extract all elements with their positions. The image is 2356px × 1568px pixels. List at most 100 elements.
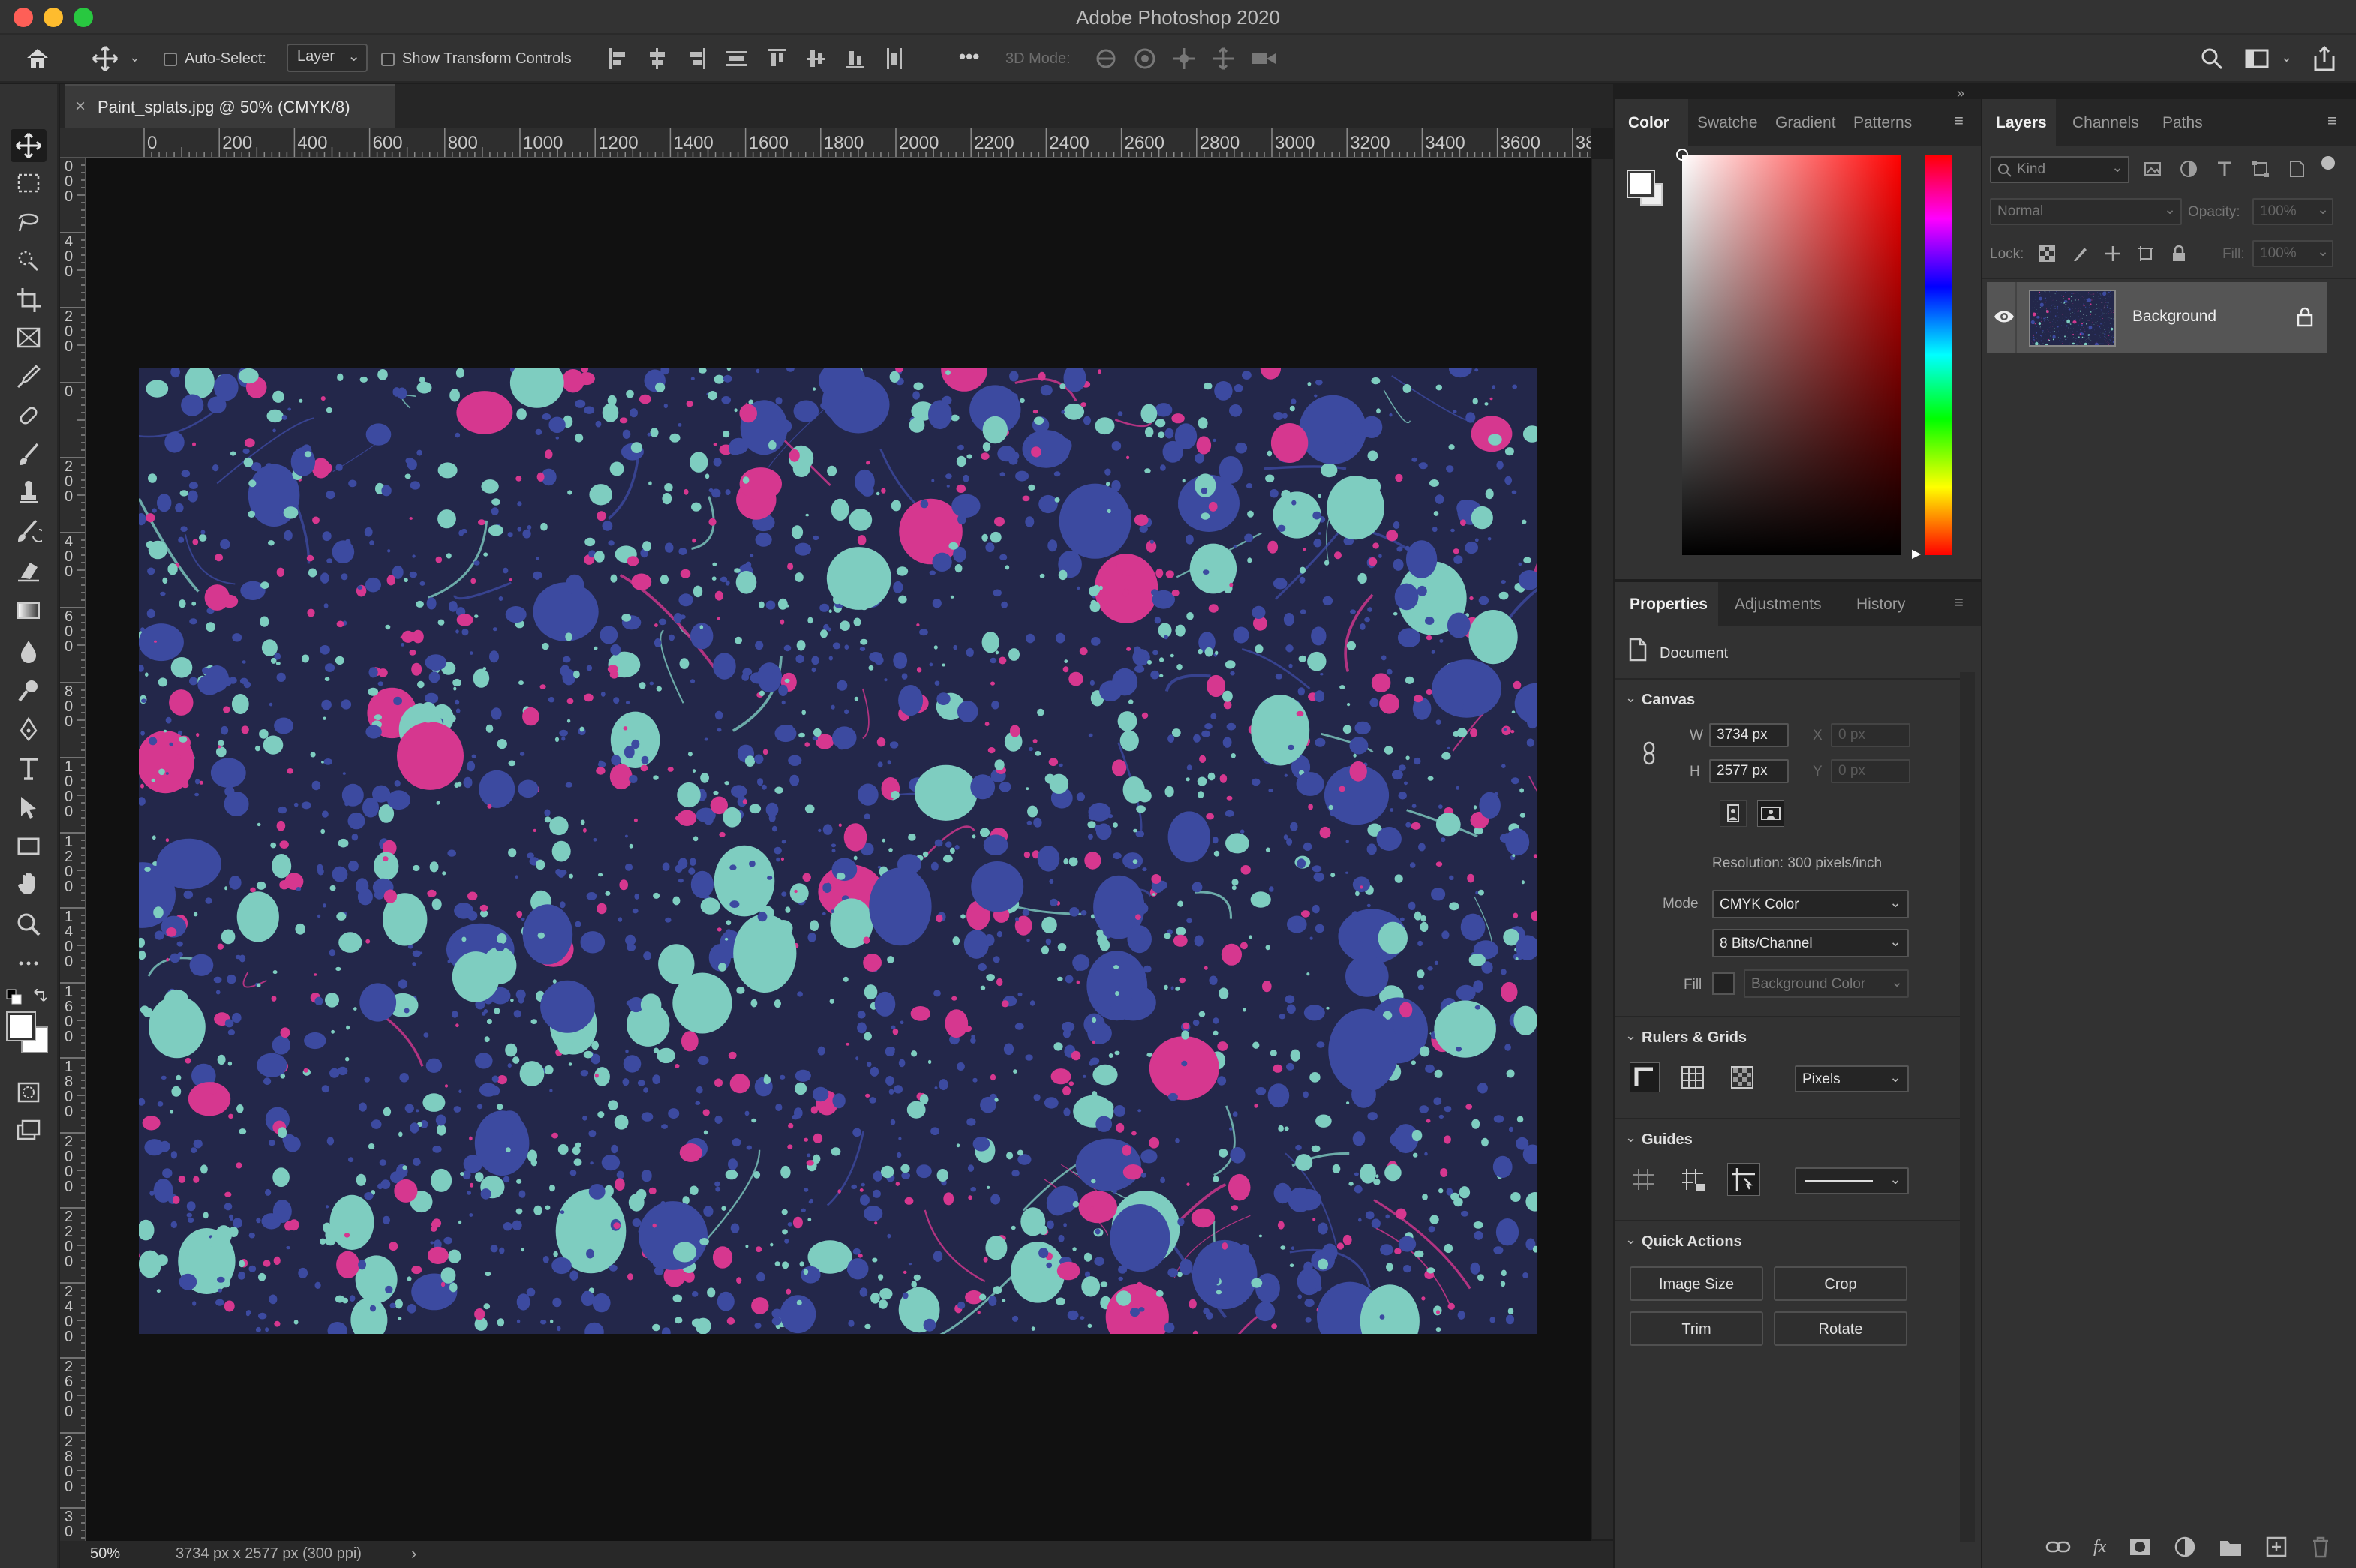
opacity-input[interactable]: 100% ⌄ <box>2252 198 2333 225</box>
fx-icon[interactable]: fx <box>2093 1537 2106 1557</box>
link-icon[interactable] <box>1642 741 1658 769</box>
home-icon[interactable] <box>23 45 53 72</box>
lasso-tool-icon[interactable] <box>11 206 47 239</box>
layer-row[interactable]: Background <box>1987 282 2327 353</box>
lock-artboard-icon[interactable] <box>2137 245 2155 263</box>
blend-mode-dropdown[interactable]: Normal ⌄ <box>1990 198 2182 225</box>
chevron-down-icon[interactable]: ⌄ <box>1625 1028 1636 1044</box>
eye-icon[interactable] <box>1993 308 2015 329</box>
hand-tool-icon[interactable] <box>11 867 47 900</box>
width-input[interactable]: 3734 px <box>1709 723 1789 747</box>
workspace-icon[interactable] <box>2243 45 2270 72</box>
landscape-orientation-icon[interactable] <box>1757 800 1784 827</box>
hue-slider-handle[interactable]: ▶ <box>1912 546 1921 561</box>
new-group-icon[interactable] <box>2219 1536 2243 1557</box>
panel-menu-icon[interactable]: ≡ <box>1954 593 1964 612</box>
grid-toggle-icon[interactable] <box>1679 1064 1706 1095</box>
tab-swatches[interactable]: Swatche <box>1697 114 1758 132</box>
healing-brush-tool-icon[interactable] <box>11 399 47 432</box>
share-icon[interactable] <box>2309 44 2339 74</box>
path-select-tool-icon[interactable] <box>11 791 47 824</box>
marquee-tool-icon[interactable] <box>11 167 47 200</box>
lock-position-icon[interactable] <box>2104 245 2122 263</box>
zoom-tool-icon[interactable] <box>11 908 47 941</box>
align-middle-v-icon[interactable] <box>806 47 827 71</box>
tab-gradients[interactable]: Gradient <box>1775 114 1836 132</box>
add-mask-icon[interactable] <box>2129 1536 2151 1558</box>
tab-color[interactable]: Color <box>1628 114 1669 132</box>
panel-menu-icon[interactable]: ≡ <box>2327 111 2337 131</box>
filter-adjustment-icon[interactable] <box>2179 159 2198 179</box>
lock-icon[interactable] <box>2296 306 2314 331</box>
lock-pixels-icon[interactable] <box>2071 245 2089 263</box>
height-input[interactable]: 2577 px <box>1709 759 1789 783</box>
type-tool-icon[interactable] <box>11 752 47 785</box>
rectangle-tool-icon[interactable] <box>11 830 47 863</box>
mode-dropdown[interactable]: CMYK Color ⌄ <box>1712 890 1909 918</box>
image-size-button[interactable]: Image Size <box>1630 1266 1763 1301</box>
bit-depth-dropdown[interactable]: 8 Bits/Channel ⌄ <box>1712 929 1909 957</box>
ruler-toggle-icon[interactable] <box>1630 1062 1660 1092</box>
adjustment-layer-icon[interactable] <box>2174 1536 2196 1558</box>
guides-icon[interactable] <box>1630 1166 1657 1197</box>
3d-drag-icon[interactable] <box>1172 47 1196 71</box>
filter-smart-object-icon[interactable] <box>2287 159 2306 179</box>
link-layers-icon[interactable] <box>2045 1536 2071 1558</box>
guides-section-title[interactable]: Guides <box>1642 1131 1693 1149</box>
filter-toggle-icon[interactable] <box>2321 156 2335 170</box>
swap-colors-icon[interactable] <box>32 988 48 1009</box>
chevron-down-icon[interactable]: ⌄ <box>129 50 140 65</box>
delete-layer-icon[interactable] <box>2310 1536 2331 1558</box>
frame-tool-icon[interactable] <box>11 321 47 354</box>
align-left-icon[interactable] <box>608 47 629 71</box>
smart-guides-icon[interactable] <box>1727 1163 1760 1196</box>
fill-dropdown[interactable]: Background Color ⌄ <box>1744 969 1909 998</box>
lock-transparent-icon[interactable] <box>2038 245 2056 263</box>
new-layer-icon[interactable] <box>2265 1536 2288 1558</box>
eyedropper-tool-icon[interactable] <box>11 360 47 393</box>
align-top-icon[interactable] <box>767 47 788 71</box>
chevron-down-icon[interactable]: ⌄ <box>1625 1232 1636 1248</box>
auto-select-dropdown[interactable]: Layer ⌄ <box>287 44 368 72</box>
brush-tool-icon[interactable] <box>11 438 47 471</box>
tab-channels[interactable]: Channels <box>2072 114 2139 132</box>
tab-layers[interactable]: Layers <box>1996 114 2047 132</box>
rulers-grids-section-title[interactable]: Rulers & Grids <box>1642 1029 1747 1047</box>
zoom-level[interactable]: 50% <box>90 1545 120 1563</box>
y-input[interactable]: 0 px <box>1831 759 1910 783</box>
ruler-units-dropdown[interactable]: Pixels ⌄ <box>1795 1065 1909 1092</box>
close-tab-icon[interactable]: × <box>75 96 86 117</box>
filter-type-icon[interactable] <box>2215 159 2234 179</box>
filter-shape-icon[interactable] <box>2251 159 2270 179</box>
rotate-button[interactable]: Rotate <box>1774 1311 1907 1346</box>
dodge-tool-icon[interactable] <box>11 674 47 707</box>
properties-scrollbar[interactable] <box>1960 672 1975 1542</box>
guide-style-dropdown[interactable]: ⌄ <box>1795 1167 1909 1194</box>
move-tool-icon[interactable] <box>89 45 122 72</box>
3d-camera-icon[interactable] <box>1250 47 1277 71</box>
distribute-h-icon[interactable] <box>884 47 905 71</box>
3d-slide-icon[interactable] <box>1211 47 1235 71</box>
foreground-color-swatch[interactable] <box>6 1011 36 1041</box>
color-picker-cursor[interactable] <box>1676 149 1688 161</box>
hue-slider[interactable] <box>1925 155 1952 555</box>
default-colors-icon[interactable] <box>6 989 23 1009</box>
align-right-icon[interactable] <box>686 47 707 71</box>
document-info-menu-icon[interactable]: › <box>411 1544 416 1563</box>
portrait-orientation-icon[interactable] <box>1720 800 1747 827</box>
document-canvas[interactable] <box>139 368 1537 1334</box>
foreground-swatch[interactable] <box>1627 170 1655 198</box>
tab-adjustments[interactable]: Adjustments <box>1735 596 1822 614</box>
screen-mode-icon[interactable] <box>11 1115 47 1148</box>
more-options-button[interactable]: ••• <box>959 45 979 68</box>
color-field[interactable] <box>1682 155 1901 555</box>
more-tools-icon[interactable] <box>11 947 47 980</box>
fill-swatch[interactable] <box>1712 972 1735 995</box>
gradient-tool-icon[interactable] <box>11 594 47 627</box>
lock-all-icon[interactable] <box>2170 245 2188 263</box>
layer-filter-kind[interactable]: Kind ⌄ <box>1990 156 2129 183</box>
quick-select-tool-icon[interactable] <box>11 245 47 278</box>
chevron-down-icon[interactable]: ⌄ <box>1625 690 1636 706</box>
align-bottom-icon[interactable] <box>845 47 866 71</box>
tab-paths[interactable]: Paths <box>2162 114 2203 132</box>
